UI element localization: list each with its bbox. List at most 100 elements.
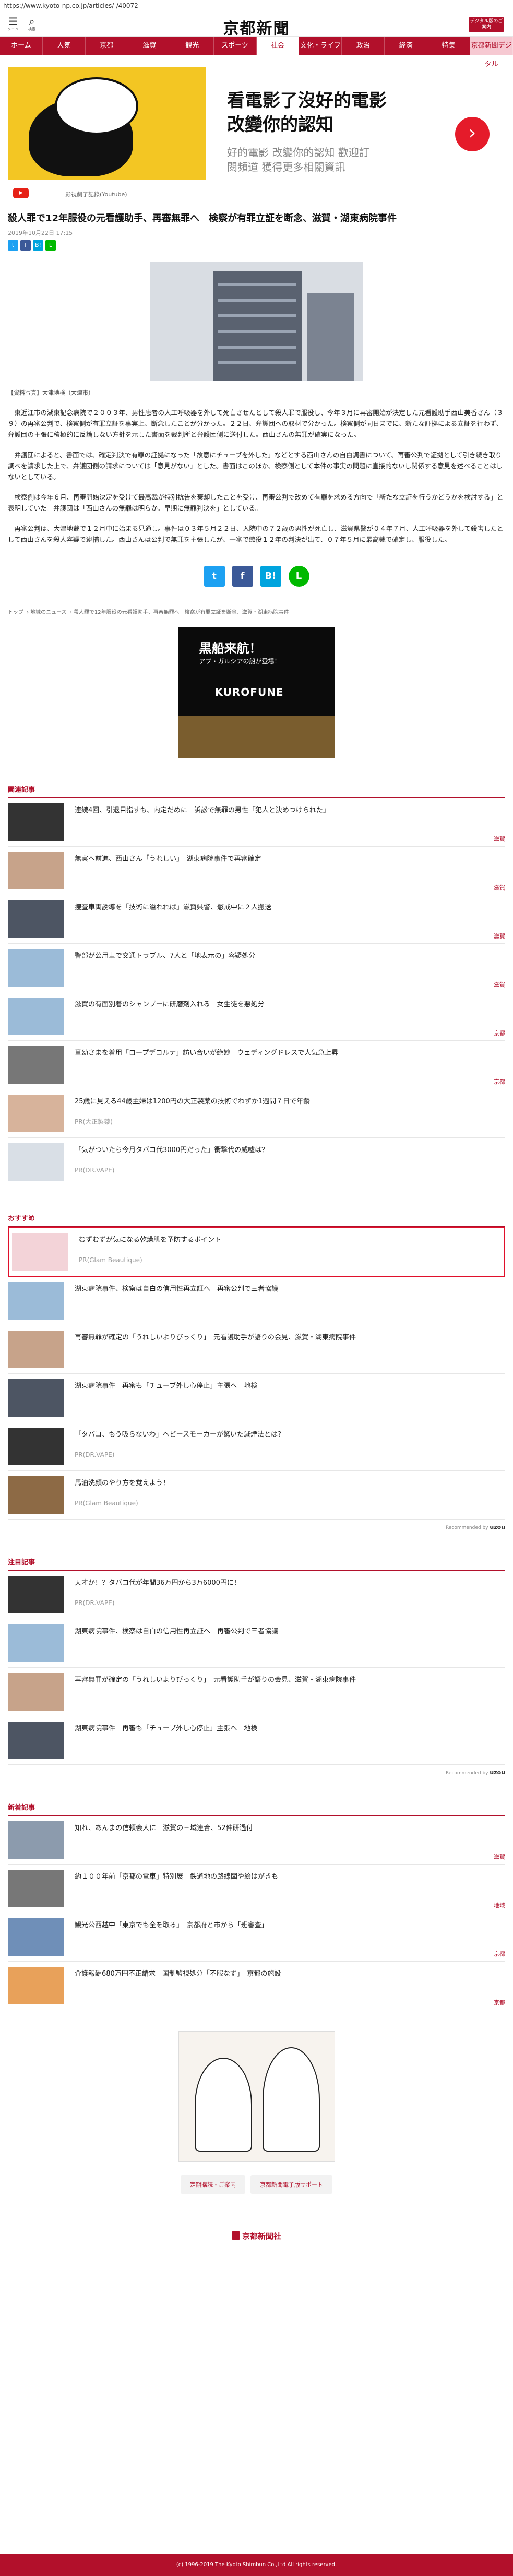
- article-paragraph: 東近江市の湖東記念病院で２００３年、男性患者の人工呼吸器を外して死亡させたとして…: [8, 409, 504, 438]
- list-item[interactable]: 知れ、あんまの信頼会人に 滋賀の三域連合、52件研過付 滋賀: [8, 1816, 505, 1865]
- list-item[interactable]: 湖東病院事件 再審も「チューブ外し心停止」主張へ 地検: [8, 1374, 505, 1422]
- list-item[interactable]: 警部が公用車で交通トラブル、7人と「地表示の」容疑処分 滋賀: [8, 944, 505, 992]
- facebook-icon[interactable]: f: [20, 240, 31, 251]
- list-item[interactable]: 童幼さまを着用「ロープデコルテ」訪い合いが絶妙 ウェディングドレスで人気急上昇京…: [8, 1041, 505, 1089]
- list-item[interactable]: 湖東病院事件 再審も「チューブ外し心停止」主張へ 地検: [8, 1716, 505, 1765]
- middle-advertisement[interactable]: 黒船来航！ アブ・ガルシアの船が登場！ KUROFUNE: [178, 627, 335, 758]
- list-item[interactable]: 再審無罪が確定の「うれしいよりびっくり」 元看護助手が語りの会見、滋賀・湖東病院…: [8, 1325, 505, 1374]
- thumbnail: [8, 852, 64, 889]
- main-nav: ホーム 人気 京都 滋賀 観光 スポーツ 社会 文化・ライフ 政治 経済 特集 …: [0, 37, 513, 68]
- recommend-credit: Recommended by uzou: [446, 1524, 505, 1530]
- pr-label: PR(DR.VAPE): [75, 1167, 115, 1174]
- nav-item[interactable]: 文化・ライフ: [299, 37, 342, 55]
- nav-item[interactable]: スポーツ: [214, 37, 257, 55]
- list-item[interactable]: 介護報酬680万円不正請求 国制監視処分「不服なず」 京都の施設 京都: [8, 1962, 505, 2010]
- twitter-icon[interactable]: t: [204, 566, 225, 587]
- item-title: 連続4回、引退目指すも、内定だめに 訴訟で無罪の男性「犯人と決めつけられた」: [75, 806, 330, 814]
- breadcrumb-item[interactable]: トップ: [8, 610, 23, 615]
- list-item[interactable]: 観光公西越中「東京でも全を取る」 京都府と市から「班審査」 京都: [8, 1913, 505, 1962]
- item-title: 無実へ前進、西山さん「うれしい」 湖東病院事件で再審確定: [75, 855, 261, 863]
- nav-item[interactable]: 京都: [86, 37, 128, 55]
- breadcrumb: トップ › 地域のニュース › 殺人罪で12年服役の元看護助手、再審無罪へ 検察が有…: [0, 608, 513, 620]
- nav-item[interactable]: 観光: [171, 37, 214, 55]
- article-title: 殺人罪で12年服役の元看護助手、再審無罪へ 検察が有罪立証を断念、滋賀・湖東病院…: [8, 213, 397, 224]
- list-item-pr[interactable]: 25歳に見える44歳主婦は1200円の大正製薬の技術でわずか1週間７日で年齢 PR…: [8, 1089, 505, 1138]
- list-item[interactable]: 再審無罪が確定の「うれしいよりびっくり」 元看護助手が語りの会見、滋賀・湖東病院…: [8, 1668, 505, 1716]
- list-item-pr[interactable]: 天才か！？タバコ代が年間36万円から3万6000円に！ PR(DR.VAPE): [8, 1571, 505, 1619]
- list-item[interactable]: 滋賀の有面別着のシャンプーに研磨剤入れる 女生徒を悪処分 京都: [8, 992, 505, 1041]
- nav-item-digital[interactable]: 京都新聞デジタル: [470, 37, 513, 68]
- article: 殺人罪で12年服役の元看護助手、再審無罪へ 検察が有罪立証を断念、滋賀・湖東病院…: [0, 212, 513, 587]
- nav-item[interactable]: ホーム: [0, 37, 43, 55]
- thumbnail: [8, 1576, 64, 1613]
- article-paragraph: 検察側は今年６月、再審開始決定を受けて最高裁が特別抗告を棄却したことを受け、再審…: [8, 493, 504, 512]
- thumbnail: [8, 900, 64, 938]
- page: https://www.kyoto-np.co.jp/articles/-/40…: [0, 0, 513, 2576]
- nav-item[interactable]: 人気: [43, 37, 86, 55]
- nav-item[interactable]: 滋賀: [128, 37, 171, 55]
- top-advertisement[interactable]: 看電影了沒好的電影 改變你的認知 好的電影 改變你的認知 歡迎訂 閱頻道 獲得更…: [8, 67, 505, 207]
- thumbnail: [8, 1821, 64, 1859]
- share-bar-bottom: t f B! L: [8, 566, 505, 587]
- bottom-advertisement[interactable]: [178, 2031, 335, 2162]
- breadcrumb-item[interactable]: 地域のニュース: [30, 610, 67, 615]
- footer-logo[interactable]: 京都新聞社: [0, 2230, 513, 2241]
- chevron-right-icon[interactable]: ›: [455, 117, 490, 151]
- latest-articles: 新着記事 知れ、あんまの信頼会人に 滋賀の三域連合、52件研過付 滋賀 約１００年…: [0, 1802, 513, 2010]
- article-paragraph: 弁護団によると、書面では、確定判決で有罪の証拠になった「故意にチューブを外した」…: [8, 451, 503, 481]
- nav-item-active[interactable]: 社会: [256, 37, 300, 55]
- list-item[interactable]: 無実へ前進、西山さん「うれしい」 湖東病院事件で再審確定 滋賀: [8, 847, 505, 895]
- item-title: 警部が公用車で交通トラブル、7人と「地表示の」容疑処分: [75, 952, 256, 960]
- thumbnail: [8, 949, 64, 987]
- thumbnail: [8, 1918, 64, 1956]
- facebook-icon[interactable]: f: [232, 566, 253, 587]
- list-item[interactable]: 捜査車両誘導を「技術に溢れれば」滋賀県警、懲戒中に２人搬送滋賀: [8, 895, 505, 944]
- hatena-icon[interactable]: B!: [260, 566, 281, 587]
- ad-headline: 黒船来航！: [199, 640, 262, 656]
- line-icon[interactable]: L: [45, 240, 56, 251]
- list-item[interactable]: 湖東病院事件、検察は自白の信用性再立証へ 再審公判で三者協議: [8, 1277, 505, 1325]
- url-bar[interactable]: https://www.kyoto-np.co.jp/articles/-/40…: [0, 0, 513, 11]
- list-item-pr-highlight[interactable]: むずむずが気になる乾燥肌を予防するポイント PR(Glam Beautique): [8, 1227, 505, 1277]
- hatena-icon[interactable]: B!: [33, 240, 43, 251]
- section-title: 新着記事: [8, 1802, 505, 1816]
- thumbnail: [8, 1095, 64, 1132]
- section-title: 注目記事: [8, 1557, 505, 1571]
- list-item-pr[interactable]: 馬油洗顔のやり方を覚えよう！ PR(Glam Beautique): [8, 1471, 505, 1520]
- list-item-pr[interactable]: 「気がついたら今月タバコ代3000円だった」衝撃代の威嘘は？ PR(DR.VAPE…: [8, 1138, 505, 1186]
- thumbnail: [8, 998, 64, 1035]
- thumbnail: [8, 1282, 64, 1320]
- pr-label: PR(Glam Beautique): [75, 1500, 138, 1507]
- pr-label: PR(大正製薬): [75, 1118, 113, 1125]
- pr-label: PR(DR.VAPE): [75, 1451, 115, 1458]
- twitter-icon[interactable]: t: [8, 240, 18, 251]
- line-icon[interactable]: L: [288, 566, 309, 587]
- footer-link[interactable]: 定期購読・ご案内: [181, 2175, 245, 2194]
- list-item[interactable]: 湖東病院事件、検察は自白の信用性再立証へ 再審公判で三者協議: [8, 1619, 505, 1668]
- nav-item[interactable]: 特集: [427, 37, 471, 55]
- item-title: 再審無罪が確定の「うれしいよりびっくり」 元看護助手が語りの会見、滋賀・湖東病院…: [75, 1676, 356, 1684]
- copyright: (c) 1996-2019 The Kyoto Shimbun Co.,Ltd …: [0, 2554, 513, 2576]
- nav-item[interactable]: 経済: [385, 37, 428, 55]
- ad-source: 影視劇了記錄(Youtube): [65, 191, 127, 198]
- section-title: 関連記事: [8, 784, 505, 798]
- thumbnail: [8, 1624, 64, 1662]
- list-item[interactable]: 約１００年前「京都の電車」特別展 鉄道地の路線図や絵はがきも 地域: [8, 1865, 505, 1913]
- photo-caption: 【資料写真】大津地検（大津市）: [8, 389, 94, 396]
- item-category: 滋賀: [494, 1854, 505, 1860]
- item-title: 捜査車両誘導を「技術に溢れれば」滋賀県警、懲戒中に２人搬送: [75, 904, 272, 911]
- list-item-pr[interactable]: 「タバコ、もう吸らないわ」ヘビースモーカーが驚いた減煙法とは？ PR(DR.VAP…: [8, 1422, 505, 1471]
- digital-edition-button[interactable]: デジタル版のご案内: [469, 17, 504, 32]
- item-category: 滋賀: [494, 933, 505, 940]
- item-category: 地域: [494, 1902, 505, 1909]
- item-title: 湖東病院事件 再審も「チューブ外し心停止」主張へ 地検: [75, 1382, 258, 1390]
- item-title: 湖東病院事件、検察は自白の信用性再立証へ 再審公判で三者協議: [75, 1628, 279, 1635]
- item-title: 「気がついたら今月タバコ代3000円だった」衝撃代の威嘘は？: [75, 1146, 269, 1154]
- list-item[interactable]: 連続4回、引退目指すも、内定だめに 訴訟で無罪の男性「犯人と決めつけられた」 滋賀: [8, 798, 505, 847]
- recommend-credit: Recommended by uzou: [446, 1769, 505, 1776]
- thumbnail: [8, 1331, 64, 1368]
- item-title: 再審無罪が確定の「うれしいよりびっくり」 元看護助手が語りの会見、滋賀・湖東病院…: [75, 1334, 356, 1342]
- footer-link[interactable]: 京都新聞電子版サポート: [250, 2175, 332, 2194]
- nav-item[interactable]: 政治: [342, 37, 385, 55]
- site-logo[interactable]: 京都新聞: [0, 16, 513, 39]
